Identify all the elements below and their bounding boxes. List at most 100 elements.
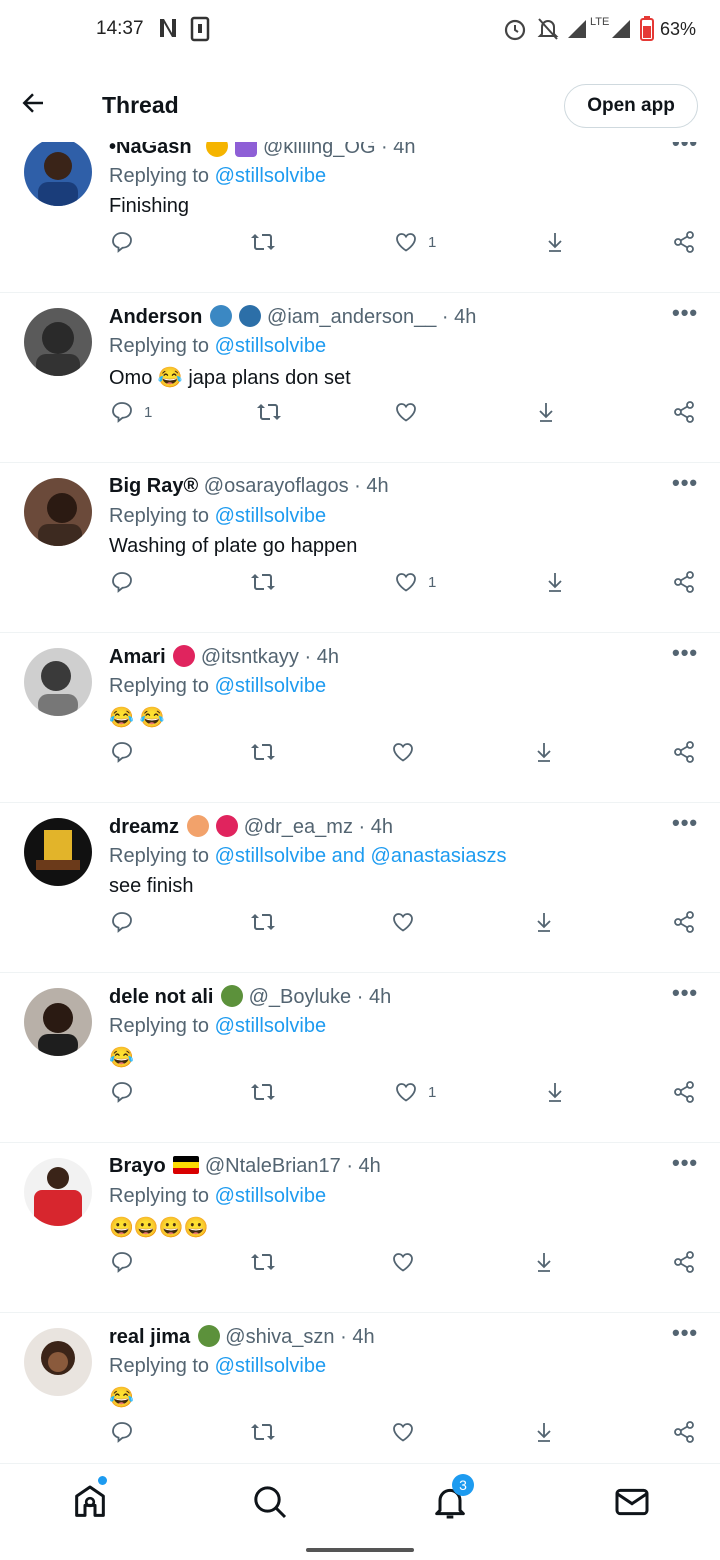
- reply-item[interactable]: dreamz @dr_ea_mz · 4h ••• Replying to @s…: [0, 802, 720, 973]
- handle[interactable]: @shiva_szn: [225, 1326, 334, 1348]
- retweet-button[interactable]: [250, 1245, 276, 1279]
- mention-link[interactable]: @stillsolvibe: [215, 505, 326, 527]
- handle[interactable]: @iam_anderson__: [267, 306, 436, 328]
- reply-item[interactable]: Big Ray® @osarayoflagos · 4h ••• Replyin…: [0, 462, 720, 633]
- like-button[interactable]: [391, 1245, 425, 1279]
- handle[interactable]: @itsntkayy: [201, 646, 299, 668]
- share-download-button[interactable]: [534, 395, 558, 429]
- display-name[interactable]: real jima: [109, 1326, 190, 1348]
- like-button[interactable]: 1: [394, 565, 436, 599]
- retweet-button[interactable]: [250, 735, 276, 769]
- reply-item[interactable]: dele not ali @_Boyluke · 4h ••• Replying…: [0, 972, 720, 1143]
- comment-button[interactable]: [110, 225, 144, 259]
- handle[interactable]: @killing_OG: [263, 142, 376, 158]
- gesture-bar[interactable]: [306, 1548, 414, 1552]
- share-button[interactable]: [672, 905, 696, 939]
- back-button[interactable]: [18, 88, 58, 124]
- reply-item[interactable]: •NaGash´ @killing_OG · 4h ••• Replying t…: [0, 142, 720, 293]
- reply-item[interactable]: Amari @itsntkayy · 4h ••• Replying to @s…: [0, 632, 720, 803]
- share-download-button[interactable]: [532, 905, 556, 939]
- share-download-button[interactable]: [532, 735, 556, 769]
- display-name[interactable]: Big Ray®: [109, 475, 198, 497]
- avatar[interactable]: [24, 988, 92, 1056]
- share-download-button[interactable]: [543, 1075, 567, 1109]
- retweet-button[interactable]: [256, 395, 282, 429]
- nav-search[interactable]: [250, 1482, 290, 1522]
- mention-link[interactable]: @stillsolvibe: [215, 1015, 326, 1037]
- share-button[interactable]: [672, 395, 696, 429]
- mention-link[interactable]: @stillsolvibe: [215, 675, 326, 697]
- avatar[interactable]: [24, 818, 92, 886]
- handle[interactable]: @NtaleBrian17: [205, 1155, 341, 1177]
- reply-item[interactable]: Anderson @iam_anderson__ · 4h ••• Replyi…: [0, 292, 720, 463]
- reply-item[interactable]: real jima @shiva_szn · 4h ••• Replying t…: [0, 1312, 720, 1463]
- timestamp[interactable]: 4h: [369, 986, 391, 1008]
- timestamp[interactable]: 4h: [359, 1155, 381, 1177]
- avatar[interactable]: [24, 308, 92, 376]
- timestamp[interactable]: 4h: [393, 142, 415, 158]
- share-button[interactable]: [672, 1075, 696, 1109]
- more-options-icon[interactable]: •••: [672, 1320, 698, 1346]
- like-button[interactable]: 1: [394, 1075, 436, 1109]
- reply-item[interactable]: Brayo @NtaleBrian17 · 4h ••• Replying to…: [0, 1142, 720, 1313]
- share-button[interactable]: [672, 565, 696, 599]
- avatar[interactable]: [24, 478, 92, 546]
- avatar[interactable]: [24, 648, 92, 716]
- display-name[interactable]: dreamz: [109, 816, 179, 838]
- nav-messages[interactable]: [612, 1482, 652, 1522]
- more-options-icon[interactable]: •••: [672, 1150, 698, 1176]
- retweet-button[interactable]: [250, 225, 276, 259]
- display-name[interactable]: dele not ali: [109, 986, 213, 1008]
- share-download-button[interactable]: [532, 1415, 556, 1449]
- display-name[interactable]: •NaGash´: [109, 142, 198, 158]
- display-name[interactable]: Anderson: [109, 306, 202, 328]
- mention-link[interactable]: @stillsolvibe and @anastasiaszs: [215, 845, 507, 867]
- comment-button[interactable]: [110, 1245, 144, 1279]
- avatar[interactable]: [24, 142, 92, 206]
- timestamp[interactable]: 4h: [366, 475, 388, 497]
- share-button[interactable]: [672, 1415, 696, 1449]
- share-download-button[interactable]: [543, 565, 567, 599]
- retweet-button[interactable]: [250, 1415, 276, 1449]
- more-options-icon[interactable]: •••: [672, 810, 698, 836]
- comment-button[interactable]: [110, 565, 144, 599]
- comment-button[interactable]: [110, 1415, 144, 1449]
- more-options-icon[interactable]: •••: [672, 640, 698, 666]
- display-name[interactable]: Amari: [109, 646, 166, 668]
- comment-button[interactable]: [110, 905, 144, 939]
- share-download-button[interactable]: [543, 225, 567, 259]
- reply-feed[interactable]: •NaGash´ @killing_OG · 4h ••• Replying t…: [0, 142, 720, 1463]
- share-button[interactable]: [672, 1245, 696, 1279]
- comment-button[interactable]: [110, 1075, 144, 1109]
- timestamp[interactable]: 4h: [371, 816, 393, 838]
- more-options-icon[interactable]: •••: [672, 300, 698, 326]
- timestamp[interactable]: 4h: [317, 646, 339, 668]
- mention-link[interactable]: @stillsolvibe: [215, 165, 326, 187]
- like-button[interactable]: [391, 735, 425, 769]
- avatar[interactable]: [24, 1158, 92, 1226]
- like-button[interactable]: 1: [394, 225, 436, 259]
- more-options-icon[interactable]: •••: [672, 470, 698, 496]
- handle[interactable]: @dr_ea_mz: [244, 816, 353, 838]
- comment-button[interactable]: 1: [110, 395, 152, 429]
- more-options-icon[interactable]: •••: [672, 980, 698, 1006]
- mention-link[interactable]: @stillsolvibe: [215, 335, 326, 357]
- more-options-icon[interactable]: •••: [672, 142, 698, 156]
- retweet-button[interactable]: [250, 1075, 276, 1109]
- retweet-button[interactable]: [250, 905, 276, 939]
- avatar[interactable]: [24, 1328, 92, 1396]
- like-button[interactable]: [391, 905, 425, 939]
- open-app-button[interactable]: Open app: [564, 84, 698, 128]
- share-download-button[interactable]: [532, 1245, 556, 1279]
- display-name[interactable]: Brayo: [109, 1155, 166, 1177]
- timestamp[interactable]: 4h: [352, 1326, 374, 1348]
- mention-link[interactable]: @stillsolvibe: [215, 1185, 326, 1207]
- like-button[interactable]: [394, 395, 428, 429]
- timestamp[interactable]: 4h: [454, 306, 476, 328]
- mention-link[interactable]: @stillsolvibe: [215, 1355, 326, 1377]
- handle[interactable]: @osarayoflagos: [204, 475, 349, 497]
- share-button[interactable]: [672, 735, 696, 769]
- comment-button[interactable]: [110, 735, 144, 769]
- nav-home[interactable]: [70, 1482, 110, 1522]
- retweet-button[interactable]: [250, 565, 276, 599]
